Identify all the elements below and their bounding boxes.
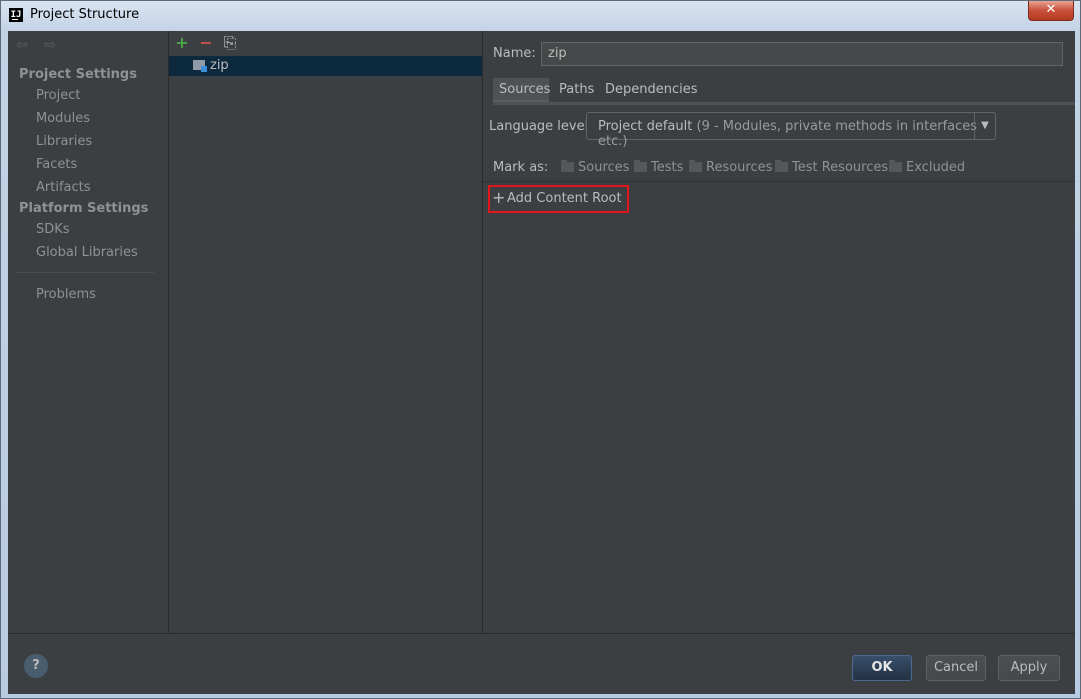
dropdown-arrow-icon[interactable]: ▼ xyxy=(974,113,995,139)
nav-section-project-settings: Project Settings xyxy=(19,67,137,82)
language-level-value: Project default (9 - Modules, private me… xyxy=(598,119,978,149)
plus-icon: + xyxy=(492,188,506,207)
close-window-button[interactable]: ✕ xyxy=(1028,1,1074,21)
cancel-button[interactable]: Cancel xyxy=(926,655,986,681)
title-bar[interactable]: IJ Project Structure ✕ xyxy=(1,1,1081,31)
dialog-content: ⇦ ⇨ Project Settings Project Modules Lib… xyxy=(8,31,1075,694)
module-name-input[interactable]: zip xyxy=(541,42,1063,66)
window-title: Project Structure xyxy=(30,7,140,22)
folder-icon xyxy=(561,160,574,172)
tab-dependencies[interactable]: Dependencies xyxy=(599,78,704,102)
mark-as-test-resources[interactable]: Test Resources xyxy=(775,160,888,175)
language-level-label: Language level: xyxy=(489,119,593,134)
nav-item-problems[interactable]: Problems xyxy=(36,287,96,302)
tab-paths[interactable]: Paths xyxy=(553,78,600,102)
tab-sources[interactable]: Sources xyxy=(493,78,550,102)
nav-item-facets[interactable]: Facets xyxy=(36,157,77,172)
settings-nav: ⇦ ⇨ Project Settings Project Modules Lib… xyxy=(8,31,169,633)
mark-as-divider xyxy=(483,181,1075,182)
add-content-root-button[interactable]: + Add Content Root xyxy=(488,185,629,213)
module-detail-panel: Name: zip Sources Paths Dependencies Lan… xyxy=(483,31,1075,633)
nav-history: ⇦ ⇨ xyxy=(16,38,68,53)
module-list-panel: + − ⎘ zip xyxy=(169,31,483,633)
mark-as-tests[interactable]: Tests xyxy=(634,160,683,175)
add-module-icon[interactable]: + xyxy=(173,34,191,52)
folder-icon xyxy=(689,160,702,172)
dialog-button-bar: ? OK Cancel Apply xyxy=(8,633,1075,694)
remove-module-icon[interactable]: − xyxy=(197,34,215,52)
language-level-dropdown[interactable]: Project default (9 - Modules, private me… xyxy=(586,112,996,149)
nav-section-platform-settings: Platform Settings xyxy=(19,201,149,216)
mark-as-sources[interactable]: Sources xyxy=(561,160,629,175)
name-label: Name: xyxy=(493,46,536,61)
forward-arrow-icon[interactable]: ⇨ xyxy=(44,38,60,52)
module-label: zip xyxy=(210,58,229,73)
tab-underline xyxy=(493,102,1075,105)
module-row-zip[interactable]: zip xyxy=(169,56,482,76)
apply-button[interactable]: Apply xyxy=(998,655,1060,681)
nav-item-project[interactable]: Project xyxy=(36,88,80,103)
window-frame: IJ Project Structure ✕ ⇦ ⇨ Project Setti… xyxy=(0,0,1081,699)
nav-item-sdks[interactable]: SDKs xyxy=(36,222,70,237)
nav-item-global-libraries[interactable]: Global Libraries xyxy=(36,245,138,260)
folder-icon xyxy=(889,160,902,172)
nav-item-libraries[interactable]: Libraries xyxy=(36,134,92,149)
nav-item-artifacts[interactable]: Artifacts xyxy=(36,180,91,195)
nav-item-modules[interactable]: Modules xyxy=(36,111,90,126)
mark-as-label: Mark as: xyxy=(493,160,549,175)
module-folder-icon xyxy=(193,60,207,72)
add-content-root-label: Add Content Root xyxy=(507,191,622,206)
folder-icon xyxy=(634,160,647,172)
back-arrow-icon[interactable]: ⇦ xyxy=(16,38,32,52)
help-icon[interactable]: ? xyxy=(24,654,48,678)
nav-divider xyxy=(16,272,154,273)
ok-button[interactable]: OK xyxy=(852,655,912,681)
mark-as-excluded[interactable]: Excluded xyxy=(889,160,965,175)
intellij-app-icon: IJ xyxy=(9,8,23,22)
mark-as-resources[interactable]: Resources xyxy=(689,160,772,175)
folder-icon xyxy=(775,160,788,172)
copy-module-icon[interactable]: ⎘ xyxy=(221,34,239,52)
